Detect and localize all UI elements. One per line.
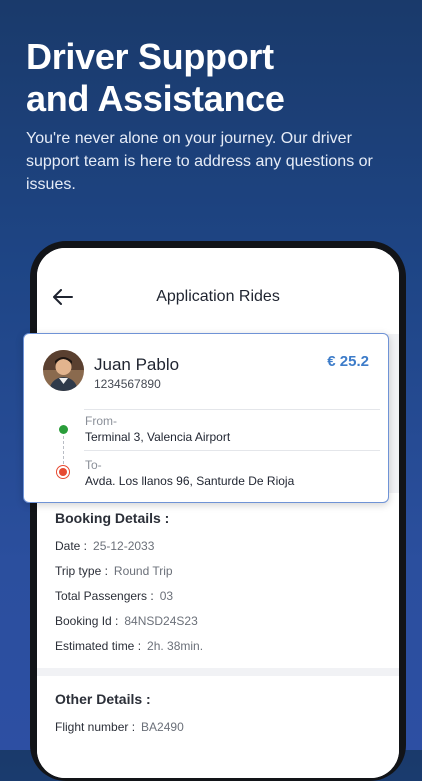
hero-title: Driver Support and Assistance [26,36,406,120]
other-row-flight-number: Flight number : BA2490 [55,720,184,734]
row-label: Estimated time : [55,639,142,653]
row-value: 25-12-2033 [93,539,155,553]
row-label: Booking Id : [55,614,119,628]
row-label: Date : [55,539,88,553]
card-divider-top [84,409,380,410]
booking-row-trip-type: Trip type : Round Trip [55,564,173,578]
booking-details-title: Booking Details : [55,510,170,526]
row-label: Flight number : [55,720,136,734]
row-label: Trip type : [55,564,108,578]
from-address: Terminal 3, Valencia Airport [85,430,231,444]
booking-row-id: Booking Id : 84NSD24S23 [55,614,198,628]
row-value: 2h. 38min. [147,639,204,653]
hero-title-line-1: Driver Support [26,36,274,77]
driver-name: Juan Pablo [94,355,180,374]
other-details-title: Other Details : [55,691,151,707]
from-label: From- [85,414,117,428]
booking-row-passengers: Total Passengers : 03 [55,589,173,603]
card-divider-middle [84,450,380,451]
app-bar: Application Rides [37,248,399,334]
person-photo-icon [43,350,84,391]
booking-row-estimated-time: Estimated time : 2h. 38min. [55,639,203,653]
booking-details-section: Booking Details : Date : 25-12-2033 Trip … [37,493,399,668]
ride-price: € 25.2 [327,353,369,370]
driver-avatar [43,350,84,391]
ride-card[interactable]: Juan Pablo 1234567890 € 25.2 From- Termi… [23,333,389,503]
hero-subtitle: You're never alone on your journey. Our … [26,130,373,193]
page-title: Application Rides [156,288,280,305]
row-value: 84NSD24S23 [124,614,198,628]
route-dashed-line [63,436,64,464]
row-value: BA2490 [141,720,184,734]
row-value: Round Trip [113,564,173,578]
row-value: 03 [159,589,174,603]
pickup-dot-icon [59,425,68,434]
dropoff-dot-icon [56,465,70,479]
to-label: To- [85,458,102,472]
row-label: Total Passengers : [55,589,154,603]
driver-phone: 1234567890 [94,377,161,391]
booking-row-date: Date : 25-12-2033 [55,539,154,553]
other-details-section: Other Details : Flight number : BA2490 [37,676,399,778]
hero-title-line-2: and Assistance [26,78,285,119]
phone-screen: Application Rides Booking Details : Date… [37,248,399,778]
to-address: Avda. Los llanos 96, Santurde De Rioja [85,474,295,488]
